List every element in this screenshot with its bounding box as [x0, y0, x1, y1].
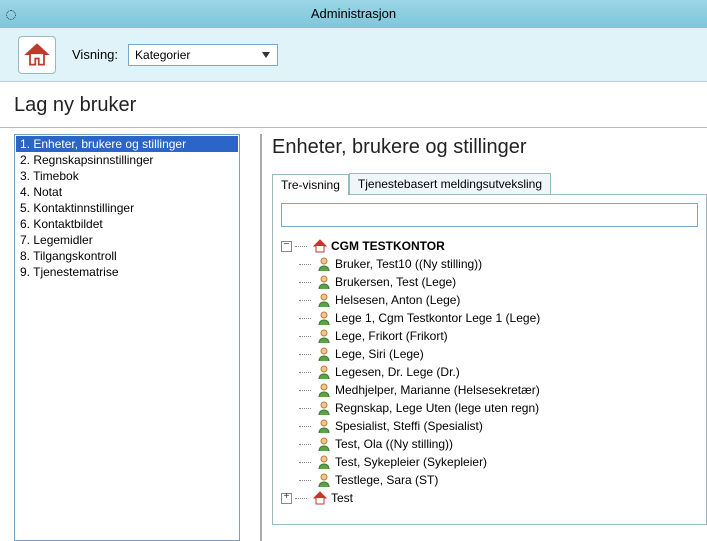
tab-label: Tre-visning	[281, 178, 340, 192]
category-item[interactable]: 1. Enheter, brukere og stillinger	[16, 136, 238, 152]
right-title: Enheter, brukere og stillinger	[272, 136, 707, 159]
search-input[interactable]	[281, 203, 698, 227]
user-icon	[316, 256, 332, 272]
toolbar: Visning: Kategorier	[0, 28, 707, 82]
category-list[interactable]: 1. Enheter, brukere og stillinger2. Regn…	[14, 134, 240, 541]
tab-tjenestebasert[interactable]: Tjenestebasert meldingsutveksling	[349, 173, 551, 194]
tree[interactable]: − CGM TESTKONTOR Bruker, Test10 ((Ny sti…	[281, 237, 698, 507]
category-item[interactable]: 5. Kontaktinnstillinger	[16, 200, 238, 216]
expand-icon[interactable]: +	[281, 493, 292, 504]
category-item[interactable]: 3. Timebok	[16, 168, 238, 184]
right-pane: Enheter, brukere og stillinger Tre-visni…	[260, 134, 707, 541]
category-item[interactable]: 9. Tjenestematrise	[16, 264, 238, 280]
tree-user-row[interactable]: Regnskap, Lege Uten (lege uten regn)	[299, 399, 698, 417]
tree-root-row[interactable]: − CGM TESTKONTOR	[281, 237, 698, 255]
app-icon	[6, 10, 16, 20]
tree-root-row[interactable]: + Test	[281, 489, 698, 507]
tree-user-row[interactable]: Spesialist, Steffi (Spesialist)	[299, 417, 698, 435]
visning-value: Kategorier	[135, 48, 190, 62]
category-item[interactable]: 8. Tilgangskontroll	[16, 248, 238, 264]
title-bar: Administrasjon	[0, 0, 707, 28]
tree-user-row[interactable]: Medhjelper, Marianne (Helsesekretær)	[299, 381, 698, 399]
tree-user-label: Medhjelper, Marianne (Helsesekretær)	[335, 383, 540, 397]
user-icon	[316, 346, 332, 362]
tree-user-row[interactable]: Legesen, Dr. Lege (Dr.)	[299, 363, 698, 381]
user-icon	[316, 328, 332, 344]
user-icon	[316, 292, 332, 308]
house-icon	[312, 490, 328, 506]
house-icon	[312, 238, 328, 254]
collapse-icon[interactable]: −	[281, 241, 292, 252]
visning-dropdown[interactable]: Kategorier	[128, 44, 278, 66]
user-icon	[316, 436, 332, 452]
home-icon	[23, 41, 51, 69]
tab-content: − CGM TESTKONTOR Bruker, Test10 ((Ny sti…	[272, 195, 707, 525]
user-icon	[316, 274, 332, 290]
tree-user-row[interactable]: Lege, Siri (Lege)	[299, 345, 698, 363]
tree-user-label: Lege, Siri (Lege)	[335, 347, 424, 361]
tree-user-label: Testlege, Sara (ST)	[335, 473, 438, 487]
user-icon	[316, 382, 332, 398]
tree-user-label: Brukersen, Test (Lege)	[335, 275, 456, 289]
tab-label: Tjenestebasert meldingsutveksling	[358, 177, 542, 191]
tree-user-label: Test, Sykepleier (Sykepleier)	[335, 455, 487, 469]
category-item[interactable]: 7. Legemidler	[16, 232, 238, 248]
user-icon	[316, 418, 332, 434]
tree-user-row[interactable]: Test, Ola ((Ny stilling))	[299, 435, 698, 453]
tree-user-row[interactable]: Helsesen, Anton (Lege)	[299, 291, 698, 309]
tree-user-row[interactable]: Testlege, Sara (ST)	[299, 471, 698, 489]
home-button[interactable]	[18, 36, 56, 74]
tree-root-label: Test	[331, 491, 353, 505]
window-title: Administrasjon	[311, 0, 396, 28]
tree-user-row[interactable]: Lege 1, Cgm Testkontor Lege 1 (Lege)	[299, 309, 698, 327]
tree-user-label: Lege 1, Cgm Testkontor Lege 1 (Lege)	[335, 311, 540, 325]
tree-user-row[interactable]: Brukersen, Test (Lege)	[299, 273, 698, 291]
category-item[interactable]: 4. Notat	[16, 184, 238, 200]
user-icon	[316, 364, 332, 380]
tree-user-row[interactable]: Lege, Frikort (Frikort)	[299, 327, 698, 345]
chevron-down-icon	[259, 48, 273, 62]
visning-label: Visning:	[72, 47, 118, 62]
tree-user-label: Regnskap, Lege Uten (lege uten regn)	[335, 401, 539, 415]
body-row: 1. Enheter, brukere og stillinger2. Regn…	[0, 128, 707, 541]
tree-user-label: Legesen, Dr. Lege (Dr.)	[335, 365, 460, 379]
tab-strip: Tre-visning Tjenestebasert meldingsutvek…	[272, 173, 707, 195]
page-title: Lag ny bruker	[0, 82, 707, 128]
user-icon	[316, 472, 332, 488]
tree-user-label: Bruker, Test10 ((Ny stilling))	[335, 257, 482, 271]
tree-user-label: Spesialist, Steffi (Spesialist)	[335, 419, 483, 433]
tree-user-row[interactable]: Test, Sykepleier (Sykepleier)	[299, 453, 698, 471]
user-icon	[316, 454, 332, 470]
tree-user-row[interactable]: Bruker, Test10 ((Ny stilling))	[299, 255, 698, 273]
tree-user-label: Lege, Frikort (Frikort)	[335, 329, 448, 343]
tree-root-label: CGM TESTKONTOR	[331, 239, 445, 253]
tree-user-label: Test, Ola ((Ny stilling))	[335, 437, 453, 451]
category-item[interactable]: 2. Regnskapsinnstillinger	[16, 152, 238, 168]
user-icon	[316, 400, 332, 416]
category-item[interactable]: 6. Kontaktbildet	[16, 216, 238, 232]
user-icon	[316, 310, 332, 326]
tree-user-label: Helsesen, Anton (Lege)	[335, 293, 460, 307]
tab-tre-visning[interactable]: Tre-visning	[272, 174, 349, 195]
